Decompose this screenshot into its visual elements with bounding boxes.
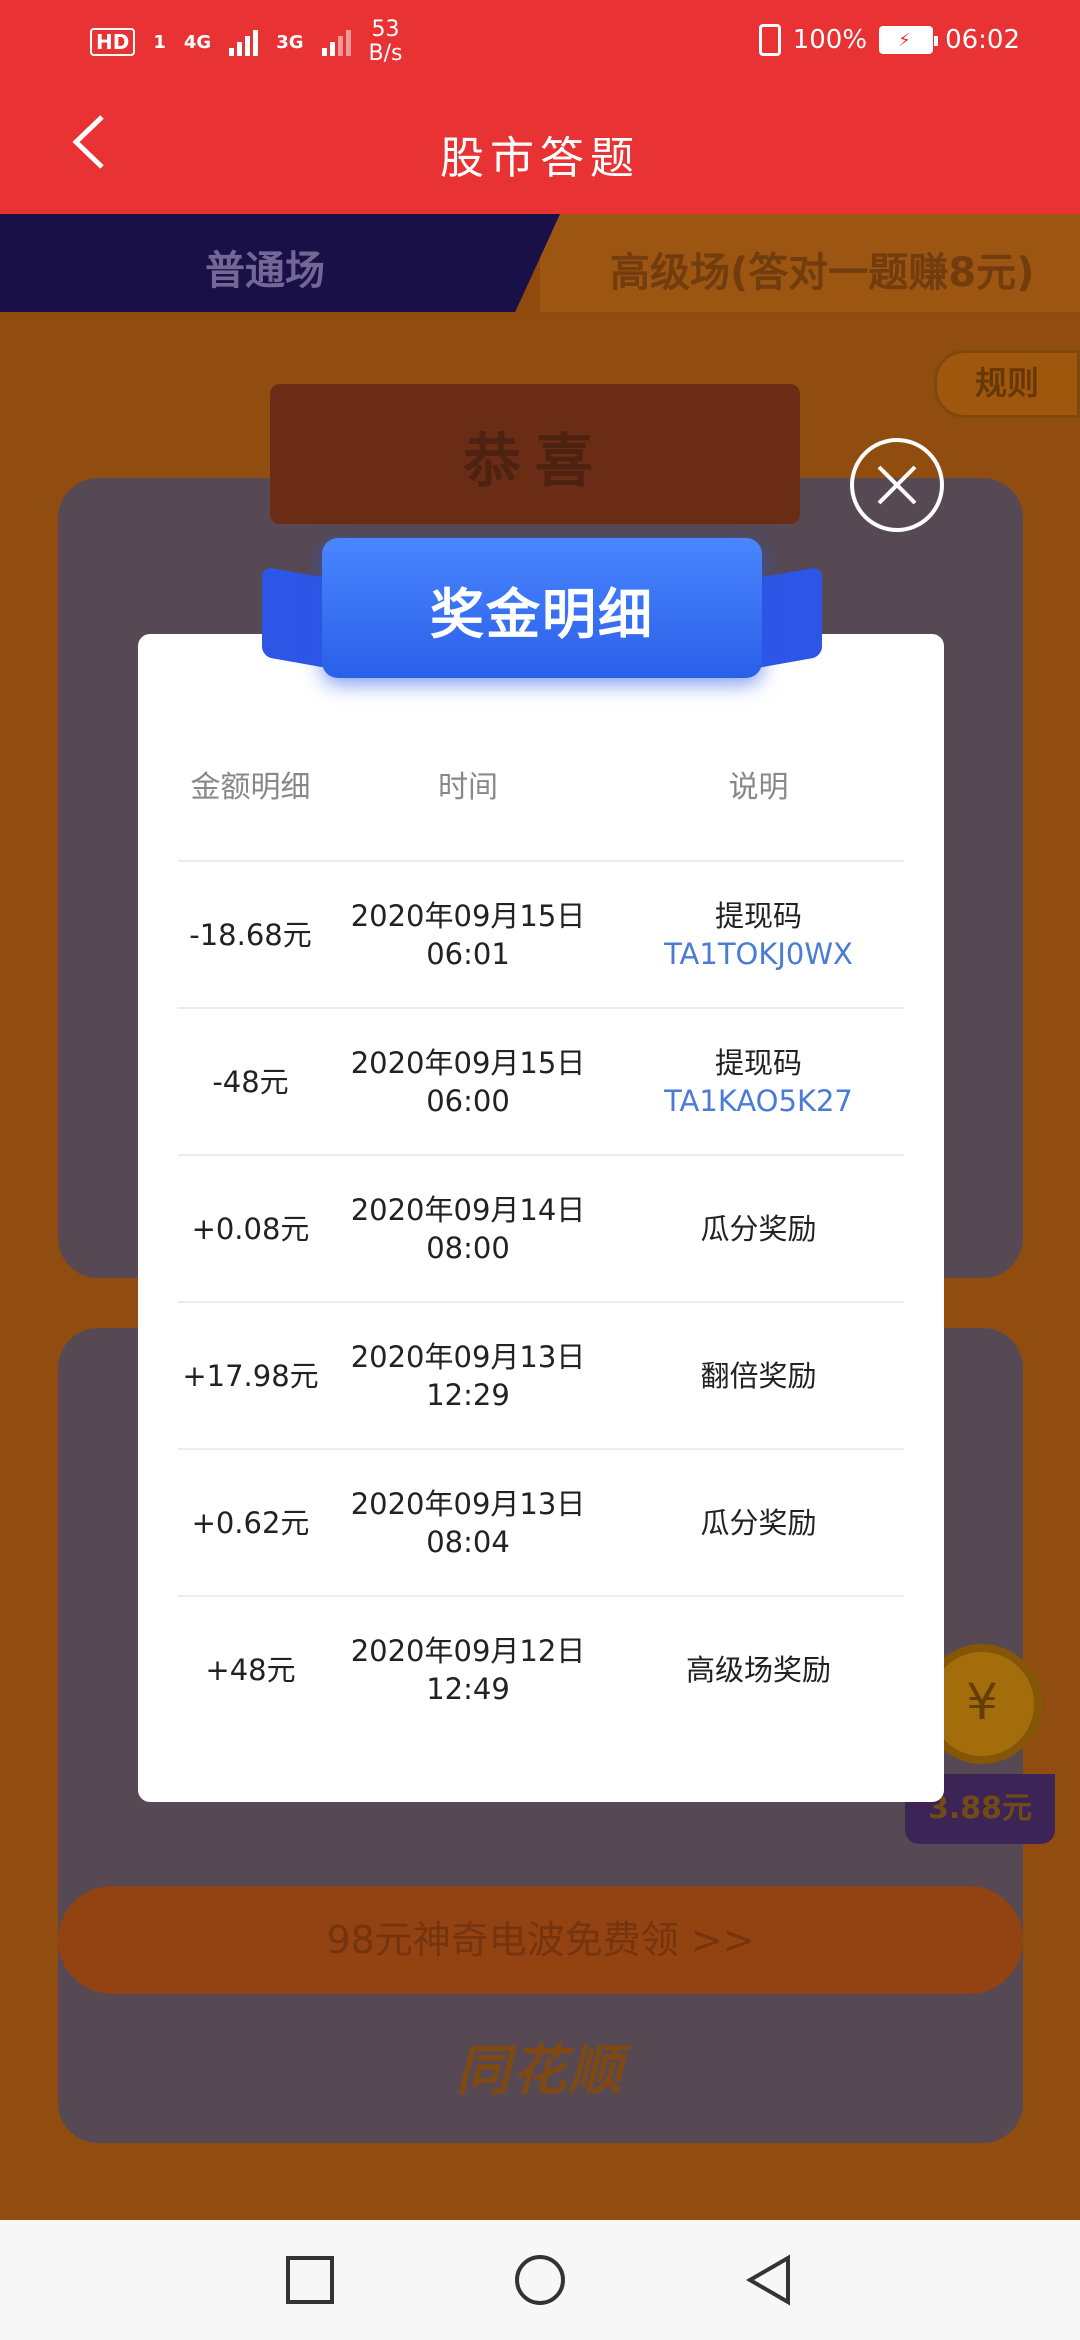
sim1-indicator: 1: [153, 31, 166, 53]
network-4g-label: 4G: [183, 31, 212, 53]
row-desc: 提现码 TA1KAO5K27: [613, 1044, 904, 1120]
signal-icon: [229, 28, 259, 56]
home-button[interactable]: [510, 2250, 570, 2310]
vibrate-icon: [758, 24, 781, 56]
clock: 06:02: [945, 25, 1020, 55]
table-row: +0.08元 2020年09月14日 08:00 瓜分奖励: [178, 1154, 904, 1301]
mode-tabs: 高级场(答对一题赚8元) 普通场: [0, 214, 1080, 314]
row-time: 2020年09月13日 12:29: [350, 1339, 586, 1412]
network-speed-value: 53: [371, 17, 400, 42]
close-icon: [877, 465, 917, 505]
page-title: 股市答题: [440, 133, 640, 184]
column-amount: 金额明细: [190, 770, 311, 805]
row-time: 2020年09月15日 06:00: [350, 1045, 586, 1118]
rules-button[interactable]: 规则: [934, 350, 1080, 418]
withdraw-code[interactable]: TA1KAO5K27: [613, 1082, 904, 1120]
status-right: 100% ⚡ 06:02: [758, 24, 1020, 56]
tab-advanced[interactable]: 高级场(答对一题赚8元): [540, 214, 1080, 312]
table-row: +0.62元 2020年09月13日 08:04 瓜分奖励: [178, 1448, 904, 1595]
row-desc: 提现码 TA1TOKJ0WX: [613, 897, 904, 973]
bonus-table: -18.68元 2020年09月15日 06:01 提现码 TA1TOKJ0WX …: [178, 860, 904, 1742]
triangle-back-icon: [746, 2254, 790, 2306]
brand-logo: 同花顺: [456, 2039, 624, 2102]
network-3g-label: 3G: [276, 31, 304, 53]
table-row: +17.98元 2020年09月13日 12:29 翻倍奖励: [178, 1301, 904, 1448]
ribbon-main: 奖金明细: [322, 538, 762, 678]
row-time: 2020年09月13日 08:04: [350, 1486, 586, 1559]
battery-icon: ⚡: [879, 26, 939, 54]
row-time: 2020年09月15日 06:01: [350, 898, 586, 971]
status-left: HD 1 4G 3G 53 B/s: [90, 18, 402, 66]
row-amount: +0.62元: [191, 1505, 310, 1540]
table-row: -48元 2020年09月15日 06:00 提现码 TA1KAO5K27: [178, 1007, 904, 1154]
row-desc: 翻倍奖励: [700, 1358, 817, 1393]
row-desc: 瓜分奖励: [700, 1505, 817, 1540]
modal-title-ribbon: 奖金明细: [262, 538, 822, 688]
table-row: -18.68元 2020年09月15日 06:01 提现码 TA1TOKJ0WX: [178, 860, 904, 1007]
battery-percent: 100%: [792, 25, 868, 55]
charging-icon: ⚡: [898, 30, 911, 51]
row-desc: 高级场奖励: [685, 1652, 831, 1687]
system-nav-bar: [0, 2220, 1080, 2340]
row-desc-text: 提现码: [714, 898, 802, 933]
recent-apps-button[interactable]: [280, 2250, 340, 2310]
modal-title: 奖金明细: [430, 583, 654, 646]
row-time: 2020年09月12日 12:49: [350, 1633, 586, 1706]
signal-weak-icon: [321, 28, 351, 56]
row-amount: -18.68元: [189, 917, 312, 952]
network-speed-unit: B/s: [368, 41, 403, 66]
tab-normal-label: 普通场: [205, 248, 325, 294]
column-time: 时间: [438, 770, 498, 805]
row-amount: +48元: [205, 1652, 296, 1687]
congrats-text: 恭喜: [462, 427, 607, 495]
row-amount: -48元: [212, 1064, 289, 1099]
square-icon: [286, 2256, 334, 2304]
column-desc: 说明: [728, 770, 789, 805]
hd-indicator: HD: [90, 28, 136, 56]
congrats-ribbon: 恭喜: [270, 384, 800, 524]
network-speed: 53 B/s: [369, 18, 403, 66]
row-amount: +17.98元: [182, 1358, 319, 1393]
row-desc-text: 提现码: [714, 1045, 802, 1080]
row-amount: +0.08元: [191, 1211, 310, 1246]
app-header: 股市答题: [0, 80, 1080, 214]
table-row: +48元 2020年09月12日 12:49 高级场奖励: [178, 1595, 904, 1742]
promo-button[interactable]: 98元神奇电波免费领 >>: [58, 1886, 1023, 1994]
row-time: 2020年09月14日 08:00: [350, 1192, 586, 1265]
tab-advanced-label: 高级场(答对一题赚8元): [610, 250, 1035, 296]
close-button[interactable]: [850, 438, 944, 532]
bonus-detail-modal: 金额明细 时间 说明 -18.68元 2020年09月15日 06:01 提现码…: [138, 634, 944, 1802]
withdraw-code[interactable]: TA1TOKJ0WX: [613, 935, 904, 973]
circle-icon: [515, 2255, 565, 2305]
row-desc: 瓜分奖励: [700, 1211, 817, 1246]
tab-normal[interactable]: 普通场: [0, 214, 560, 312]
status-bar: HD 1 4G 3G 53 B/s 100% ⚡ 06:02: [0, 0, 1080, 80]
system-back-button[interactable]: [740, 2250, 800, 2310]
table-header: 金额明细 时间 说明: [178, 762, 904, 822]
